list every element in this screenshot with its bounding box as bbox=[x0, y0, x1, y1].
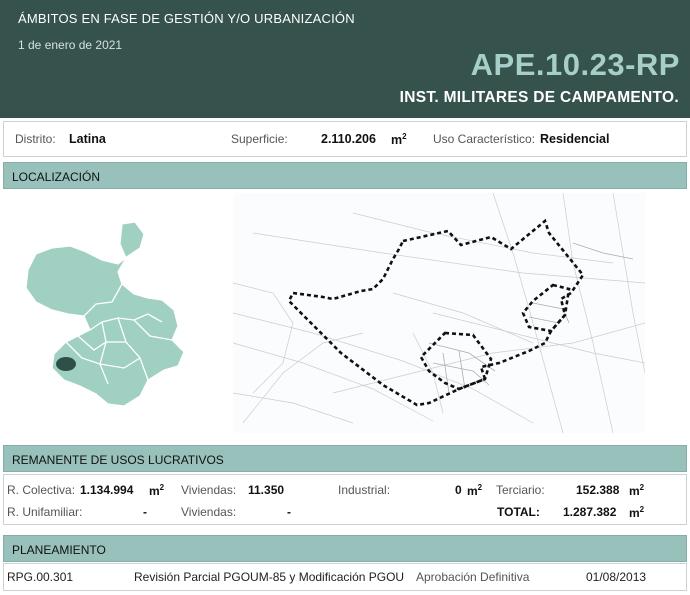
r-colectiva-unit-sup: 2 bbox=[159, 483, 165, 492]
industrial-unit: m2 bbox=[467, 483, 482, 498]
total-unit-m: m bbox=[629, 506, 640, 520]
localizacion-header: LOCALIZACIÓN bbox=[3, 162, 687, 189]
r-colectiva-label: R. Colectiva: bbox=[7, 483, 76, 497]
planeamiento-description: Revisión Parcial PGOUM-85 y Modificación… bbox=[134, 570, 405, 584]
r-colectiva-unit: m2 bbox=[149, 483, 164, 498]
area-name: INST. MILITARES DE CAMPAMENTO. bbox=[399, 89, 679, 106]
distrito-value: Latina bbox=[69, 132, 106, 146]
area-boundary bbox=[287, 218, 585, 407]
industrial-label: Industrial: bbox=[338, 483, 391, 497]
viviendas-value: 11.350 bbox=[248, 483, 285, 497]
viviendas2-value: - bbox=[287, 505, 291, 519]
terciario-value: 152.388 bbox=[576, 483, 620, 497]
r-colectiva-value: 1.134.994 bbox=[80, 483, 134, 497]
r-unifamiliar-value: - bbox=[143, 505, 147, 519]
superficie-unit: m2 bbox=[391, 132, 407, 147]
planeamiento-code: RPG.00.301 bbox=[7, 570, 74, 584]
r-colectiva-unit-m: m bbox=[149, 484, 160, 498]
detail-map-drawing bbox=[233, 193, 645, 433]
planeamiento-header: PLANEAMIENTO bbox=[3, 535, 687, 562]
remanente-panel: R. Colectiva: 1.134.994 m2 Viviendas: 11… bbox=[3, 474, 687, 525]
area-code: APE.10.23-RP bbox=[470, 47, 680, 82]
planeamiento-panel: RPG.00.301 Revisión Parcial PGOUM-85 y M… bbox=[3, 563, 687, 591]
total-value: 1.287.382 bbox=[563, 505, 617, 519]
viviendas2-label: Viviendas: bbox=[181, 505, 237, 519]
total-unit: m2 bbox=[629, 505, 644, 520]
industrial-unit-sup: 2 bbox=[477, 483, 483, 492]
info-row: Distrito: Latina Superficie: 2.110.206 m… bbox=[3, 121, 687, 157]
uso-label: Uso Característico: bbox=[433, 132, 536, 146]
uso-value: Residencial bbox=[540, 132, 610, 146]
industrial-value: 0 bbox=[455, 483, 462, 497]
header-banner: ÁMBITOS EN FASE DE GESTIÓN Y/O URBANIZAC… bbox=[0, 0, 690, 118]
terciario-unit-sup: 2 bbox=[639, 483, 645, 492]
terciario-unit-m: m bbox=[629, 484, 640, 498]
superficie-unit-sup: 2 bbox=[402, 132, 407, 141]
terciario-unit: m2 bbox=[629, 483, 644, 498]
sub-area-boundary-2 bbox=[521, 283, 571, 333]
viviendas-label: Viviendas: bbox=[181, 483, 237, 497]
industrial-unit-m: m bbox=[467, 484, 478, 498]
terciario-label: Terciario: bbox=[496, 483, 545, 497]
category-title: ÁMBITOS EN FASE DE GESTIÓN Y/O URBANIZAC… bbox=[18, 11, 355, 26]
planeamiento-status: Aprobación Definitiva bbox=[416, 570, 530, 584]
distrito-label: Distrito: bbox=[15, 132, 56, 146]
document-date: 1 de enero de 2021 bbox=[18, 38, 123, 52]
remanente-header: REMANENTE DE USOS LUCRATIVOS bbox=[3, 445, 687, 472]
madrid-overview-map bbox=[25, 221, 185, 407]
area-highlight bbox=[56, 357, 76, 371]
r-unifamiliar-label: R. Unifamiliar: bbox=[7, 505, 83, 519]
planeamiento-date: 01/08/2013 bbox=[586, 570, 647, 584]
total-unit-sup: 2 bbox=[639, 505, 645, 514]
superficie-unit-m: m bbox=[391, 133, 403, 148]
total-label: TOTAL: bbox=[497, 505, 540, 519]
detail-map bbox=[233, 193, 645, 433]
superficie-value: 2.110.206 bbox=[321, 132, 376, 146]
superficie-label: Superficie: bbox=[231, 132, 288, 146]
